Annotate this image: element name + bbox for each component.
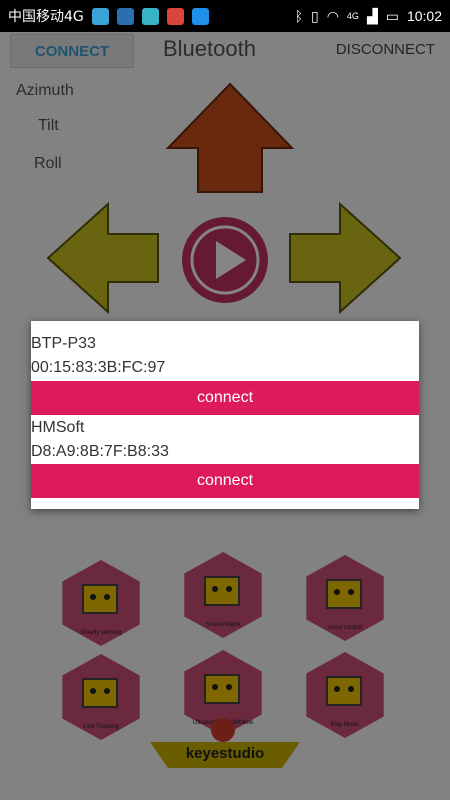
notification-app-icon bbox=[91, 7, 109, 25]
device-address: D8:A9:8B:7F:B8:33 bbox=[31, 443, 169, 460]
notification-app-icon bbox=[141, 7, 159, 25]
status-icons: ᛒ ▯ ◠ 4G ▟ ▭ 10:02 bbox=[295, 0, 442, 32]
device-connect-button[interactable]: connect bbox=[31, 464, 419, 498]
device-name: HMSoft bbox=[31, 419, 85, 436]
device-address: 00:15:83:3B:FC:97 bbox=[31, 359, 166, 376]
notification-app-icon bbox=[191, 7, 209, 25]
notification-app-icon bbox=[166, 7, 184, 25]
status-bar: 中国移动4G ᛒ ▯ ◠ 4G ▟ ▭ 10:02 bbox=[0, 0, 450, 32]
vibrate-icon: ▯ bbox=[310, 7, 319, 24]
network-type-label: 4G bbox=[346, 11, 359, 21]
clock: 10:02 bbox=[406, 8, 442, 24]
signal-icon: ▟ bbox=[366, 7, 378, 24]
carrier-label: 中国移动4G bbox=[8, 9, 84, 25]
device-list-dialog: BTP-P33 00:15:83:3B:FC:97 connect HMSoft… bbox=[31, 321, 419, 509]
device-connect-button[interactable]: connect bbox=[31, 381, 419, 415]
wifi-icon: ◠ bbox=[326, 7, 339, 24]
device-name: BTP-P33 bbox=[31, 335, 96, 352]
battery-icon: ▭ bbox=[385, 7, 399, 24]
bluetooth-icon: ᛒ bbox=[294, 8, 303, 24]
notification-app-icon bbox=[116, 7, 134, 25]
